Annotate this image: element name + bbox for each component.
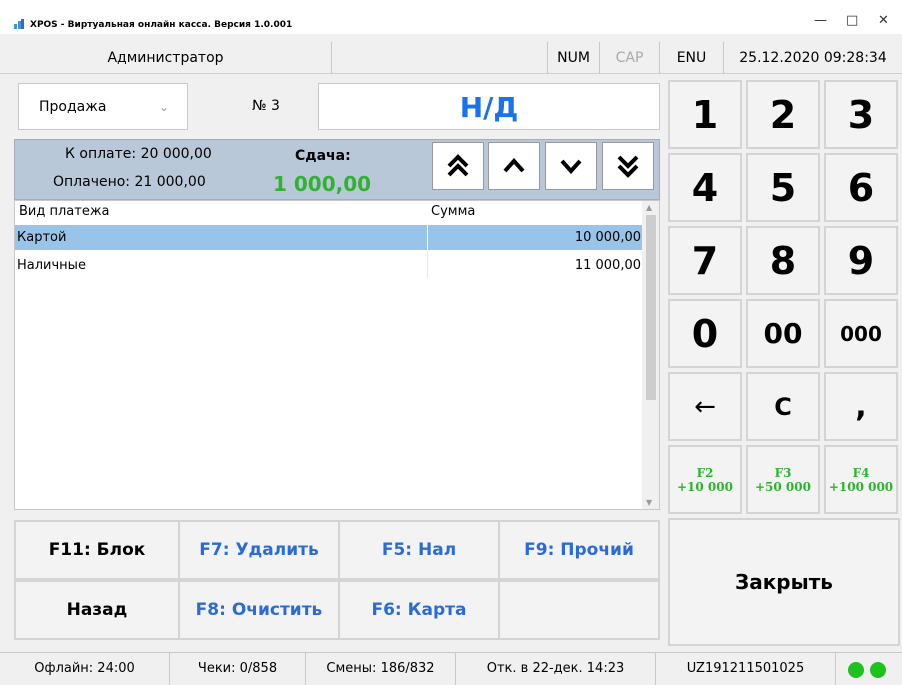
other-payment-button[interactable]: F9: Прочий — [498, 520, 660, 580]
paid-label: Оплачено: 21 000,00 — [53, 174, 206, 190]
checks-counter: Чеки: 0/858 — [170, 653, 306, 685]
quick-key-label: F4 — [852, 465, 870, 480]
key-0[interactable]: 0 — [668, 299, 742, 368]
row-type: Картой — [17, 230, 67, 245]
status-spacer — [332, 42, 548, 74]
fiscal-status-icon — [870, 662, 886, 678]
quick-amount-label: +10 000 — [677, 479, 733, 494]
language-indicator: ENU — [660, 42, 724, 74]
clear-key[interactable]: C — [746, 372, 820, 441]
clear-button[interactable]: F8: Очистить — [178, 580, 340, 640]
mode-value: Продажа — [39, 99, 107, 115]
table-row[interactable]: Картой 10 000,00 — [15, 225, 643, 250]
table-row[interactable]: Наличные 11 000,00 — [15, 253, 643, 278]
payments-table[interactable]: Вид платежа Сумма Картой 10 000,00 Налич… — [14, 200, 660, 510]
minimize-icon[interactable]: — — [814, 13, 827, 28]
scroll-up-icon[interactable]: ▲ — [646, 203, 652, 212]
row-sum: 11 000,00 — [574, 258, 641, 273]
quick-add-50000[interactable]: F3 +50 000 — [746, 445, 820, 514]
quick-key-label: F3 — [774, 465, 792, 480]
user-name: Администратор — [0, 42, 332, 74]
column-divider — [427, 225, 428, 250]
key-1[interactable]: 1 — [668, 80, 742, 149]
bottom-status-bar: Офлайн: 24:00 Чеки: 0/858 Смены: 186/832… — [0, 652, 902, 685]
title-bar: XPOS - Виртуальная онлайн касса. Версия … — [0, 0, 902, 34]
key-4[interactable]: 4 — [668, 153, 742, 222]
column-divider — [427, 253, 428, 278]
column-header-type: Вид платежа — [19, 204, 110, 219]
double-chevron-up-icon — [447, 154, 469, 177]
app-icon — [14, 19, 24, 29]
receipt-header: Продажа ⌄ № 3 Н/Д — [14, 83, 660, 130]
num-indicator: NUM — [548, 42, 600, 74]
scroll-down-icon[interactable]: ▼ — [646, 498, 652, 507]
cash-button[interactable]: F5: Нал — [338, 520, 500, 580]
key-8[interactable]: 8 — [746, 226, 820, 295]
shifts-counter: Смены: 186/832 — [306, 653, 456, 685]
block-button[interactable]: F11: Блок — [14, 520, 180, 580]
quick-amount-label: +100 000 — [828, 479, 894, 494]
comma-key[interactable]: , — [824, 372, 898, 441]
last-row-button[interactable] — [602, 142, 654, 190]
cap-indicator: CAP — [600, 42, 660, 74]
top-status-bar: Администратор NUM CAP ENU 25.12.2020 09:… — [0, 42, 902, 74]
backspace-key[interactable]: ← — [668, 372, 742, 441]
delete-button[interactable]: F7: Удалить — [178, 520, 340, 580]
numeric-keypad: 1 2 3 4 5 6 7 8 9 0 00 000 ← C , F2 +10 … — [668, 80, 900, 518]
key-3[interactable]: 3 — [824, 80, 898, 149]
close-icon[interactable]: ✕ — [878, 13, 889, 28]
connection-status-icon — [848, 662, 864, 678]
shift-opened: Отк. в 22-дек. 14:23 — [456, 653, 656, 685]
key-5[interactable]: 5 — [746, 153, 820, 222]
window-title: XPOS - Виртуальная онлайн касса. Версия … — [30, 20, 293, 30]
empty-button — [498, 580, 660, 640]
key-6[interactable]: 6 — [824, 153, 898, 222]
scroll-thumb[interactable] — [646, 215, 656, 400]
mode-select[interactable]: Продажа ⌄ — [18, 83, 188, 130]
change-label: Сдача: — [295, 148, 351, 164]
key-2[interactable]: 2 — [746, 80, 820, 149]
prev-row-button[interactable] — [488, 142, 540, 190]
quick-add-100000[interactable]: F4 +100 000 — [824, 445, 898, 514]
amount-display: Н/Д — [318, 83, 660, 130]
next-row-button[interactable] — [545, 142, 597, 190]
key-00[interactable]: 00 — [746, 299, 820, 368]
key-7[interactable]: 7 — [668, 226, 742, 295]
chevron-up-icon — [503, 158, 525, 173]
vertical-scrollbar[interactable]: ▲ ▼ — [642, 201, 659, 509]
double-chevron-down-icon — [617, 155, 639, 178]
row-type: Наличные — [17, 258, 86, 273]
back-button[interactable]: Назад — [14, 580, 180, 640]
datetime: 25.12.2020 09:28:34 — [739, 50, 887, 66]
quick-amount-label: +50 000 — [755, 479, 811, 494]
chevron-down-icon — [560, 159, 582, 174]
close-receipt-button[interactable]: Закрыть — [668, 518, 900, 646]
quick-key-label: F2 — [696, 465, 714, 480]
chevron-down-icon: ⌄ — [158, 100, 169, 114]
maximize-icon[interactable]: □ — [846, 13, 858, 28]
change-value: 1 000,00 — [273, 172, 372, 196]
serial-number: UZ191211501025 — [656, 653, 836, 685]
key-000[interactable]: 000 — [824, 299, 898, 368]
key-9[interactable]: 9 — [824, 226, 898, 295]
table-header: Вид платежа Сумма — [15, 201, 643, 223]
row-sum: 10 000,00 — [574, 230, 641, 245]
column-header-sum: Сумма — [431, 204, 476, 219]
receipt-number: № 3 — [252, 98, 280, 114]
card-button[interactable]: F6: Карта — [338, 580, 500, 640]
first-row-button[interactable] — [432, 142, 484, 190]
to-pay-label: К оплате: 20 000,00 — [65, 146, 212, 162]
offline-timer: Офлайн: 24:00 — [0, 653, 170, 685]
quick-add-10000[interactable]: F2 +10 000 — [668, 445, 742, 514]
